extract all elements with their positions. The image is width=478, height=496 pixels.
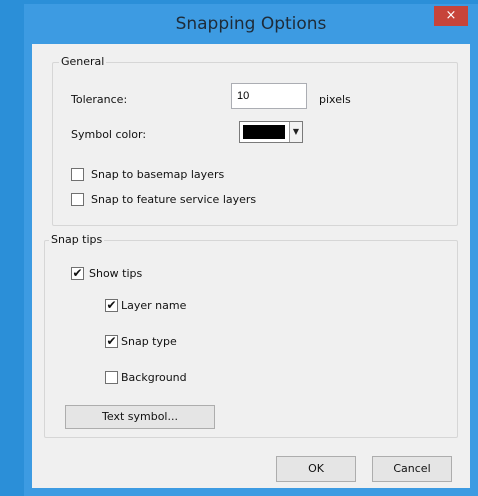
tolerance-input[interactable] <box>231 83 307 109</box>
background-label[interactable]: Background <box>121 371 187 384</box>
snap-tips-group-label: Snap tips <box>49 233 105 246</box>
snap-tips-group: Snap tips ✔ Show tips ✔ Layer name ✔ Sna… <box>44 233 458 438</box>
text-symbol-button[interactable]: Text symbol... <box>65 405 215 429</box>
tolerance-unit-label: pixels <box>319 93 351 106</box>
ok-button[interactable]: OK <box>276 456 356 482</box>
snap-type-label[interactable]: Snap type <box>121 335 177 348</box>
layer-name-label[interactable]: Layer name <box>121 299 186 312</box>
layer-name-checkbox[interactable]: ✔ <box>105 299 118 312</box>
checkmark-icon: ✔ <box>72 266 83 280</box>
symbol-color-picker[interactable]: ▼ <box>239 121 303 143</box>
snap-basemap-checkbox[interactable] <box>71 168 84 181</box>
snapping-options-dialog: Snapping Options × General Tolerance: pi… <box>24 4 478 496</box>
close-button[interactable]: × <box>434 6 468 26</box>
snap-feature-checkbox[interactable] <box>71 193 84 206</box>
symbol-color-swatch <box>243 125 285 139</box>
dialog-title: Snapping Options <box>175 14 327 34</box>
tolerance-label: Tolerance: <box>71 93 128 106</box>
background-checkbox[interactable] <box>105 371 118 384</box>
show-tips-checkbox[interactable]: ✔ <box>71 267 84 280</box>
show-tips-label[interactable]: Show tips <box>89 267 142 280</box>
checkmark-icon: ✔ <box>106 298 117 312</box>
cancel-button[interactable]: Cancel <box>372 456 452 482</box>
checkmark-icon: ✔ <box>106 334 117 348</box>
snap-basemap-label[interactable]: Snap to basemap layers <box>91 168 224 181</box>
symbol-color-label: Symbol color: <box>71 128 147 141</box>
dialog-client-area: General Tolerance: pixels Symbol color: … <box>32 44 470 488</box>
general-group-label: General <box>59 55 107 68</box>
general-group: General Tolerance: pixels Symbol color: … <box>52 55 458 226</box>
title-bar[interactable]: Snapping Options × <box>24 4 478 44</box>
snap-feature-label[interactable]: Snap to feature service layers <box>91 193 256 206</box>
chevron-down-icon[interactable]: ▼ <box>289 122 302 142</box>
snap-type-checkbox[interactable]: ✔ <box>105 335 118 348</box>
